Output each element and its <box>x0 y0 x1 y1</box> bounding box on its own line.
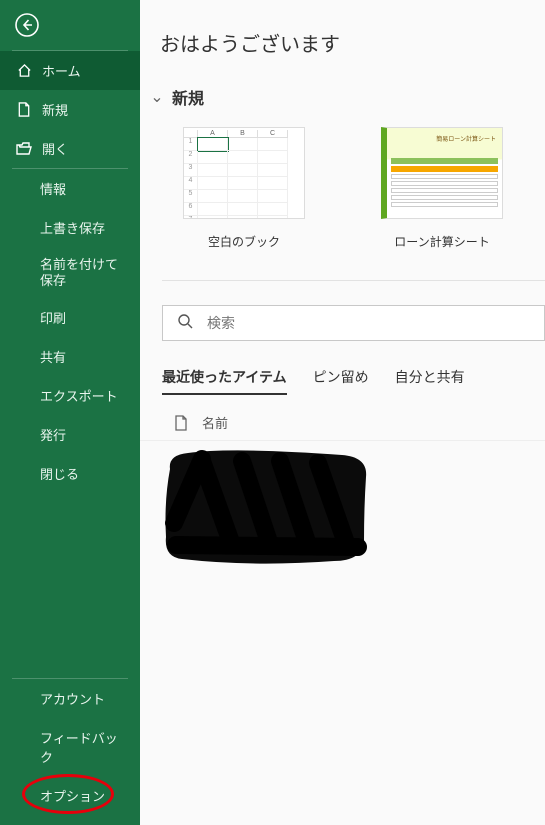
chevron-down-icon: ⌄ <box>150 87 164 107</box>
sidebar-item-label: 名前を付けて保存 <box>40 257 128 288</box>
tab-pinned[interactable]: ピン留め <box>313 367 369 395</box>
tab-shared[interactable]: 自分と共有 <box>395 367 465 395</box>
sidebar-bottom: アカウント フィードバック オプション <box>0 678 140 825</box>
sidebar-item-label: 共有 <box>40 347 66 366</box>
sidebar-item-label: 閉じる <box>40 464 79 483</box>
template-loan-calc[interactable]: 簡易ローン計算シート ローン計算シート <box>366 127 518 250</box>
list-header[interactable]: 名前 <box>140 413 545 441</box>
template-thumbnail: 簡易ローン計算シート <box>381 127 503 219</box>
new-icon <box>16 102 32 117</box>
sidebar-item-label: 発行 <box>40 425 66 444</box>
sidebar-item-new[interactable]: 新規 <box>0 90 140 129</box>
sidebar-item-home[interactable]: ホーム <box>0 51 140 90</box>
redacted-content <box>162 449 372 565</box>
template-thumbnail: ABC 1 2 3 4 5 6 7 <box>183 127 305 219</box>
open-icon <box>16 142 32 155</box>
sidebar: ホーム 新規 開く 情報 上書き保存 名前を付けて保存 印刷 共有 エクスポート… <box>0 0 140 825</box>
search-input[interactable] <box>207 315 544 331</box>
sidebar-item-open[interactable]: 開く <box>0 129 140 168</box>
sidebar-item-save[interactable]: 上書き保存 <box>0 208 140 247</box>
template-row: ABC 1 2 3 4 5 6 7 空白のブック 簡易ローン計算シート <box>140 127 545 250</box>
sidebar-item-export[interactable]: エクスポート <box>0 376 140 415</box>
sidebar-item-options[interactable]: オプション <box>0 776 117 815</box>
sidebar-item-save-as[interactable]: 名前を付けて保存 <box>0 247 140 298</box>
sidebar-item-info[interactable]: 情報 <box>0 169 140 208</box>
back-arrow-icon <box>14 12 40 38</box>
sidebar-item-label: エクスポート <box>40 386 118 405</box>
sidebar-item-label: 開く <box>42 139 68 158</box>
sidebar-item-print[interactable]: 印刷 <box>0 298 140 337</box>
back-button[interactable] <box>0 0 140 50</box>
tabs: 最近使ったアイテム ピン留め 自分と共有 <box>140 367 545 395</box>
template-blank-workbook[interactable]: ABC 1 2 3 4 5 6 7 空白のブック <box>168 127 320 250</box>
sidebar-item-label: フィードバック <box>40 728 128 766</box>
sidebar-item-publish[interactable]: 発行 <box>0 415 140 454</box>
sidebar-item-label: 新規 <box>42 100 68 119</box>
options-highlight: オプション <box>0 776 117 815</box>
list-header-label: 名前 <box>202 413 228 432</box>
sidebar-item-label: 情報 <box>40 179 66 198</box>
sidebar-item-label: オプション <box>40 786 105 805</box>
search-box[interactable] <box>162 305 545 341</box>
sidebar-item-label: アカウント <box>40 689 105 708</box>
template-label: ローン計算シート <box>394 233 489 250</box>
sidebar-item-label: 上書き保存 <box>40 218 105 237</box>
home-icon <box>16 63 32 78</box>
page-title: おはようございます <box>140 28 545 57</box>
new-section-header[interactable]: ⌄ 新規 <box>140 85 545 109</box>
sidebar-item-share[interactable]: 共有 <box>0 337 140 376</box>
tab-recent[interactable]: 最近使ったアイテム <box>162 367 287 395</box>
sidebar-item-close[interactable]: 閉じる <box>0 454 140 493</box>
document-icon <box>174 415 188 431</box>
divider <box>162 280 545 281</box>
sidebar-item-account[interactable]: アカウント <box>0 679 140 718</box>
sidebar-item-label: ホーム <box>42 61 81 80</box>
section-label: 新規 <box>172 85 204 109</box>
main-content: おはようございます ⌄ 新規 ABC 1 2 3 4 5 6 7 空白のブック … <box>140 0 545 825</box>
sidebar-item-label: 印刷 <box>40 308 66 327</box>
template-label: 空白のブック <box>208 233 280 250</box>
search-icon <box>163 313 207 334</box>
sidebar-item-feedback[interactable]: フィードバック <box>0 718 140 776</box>
